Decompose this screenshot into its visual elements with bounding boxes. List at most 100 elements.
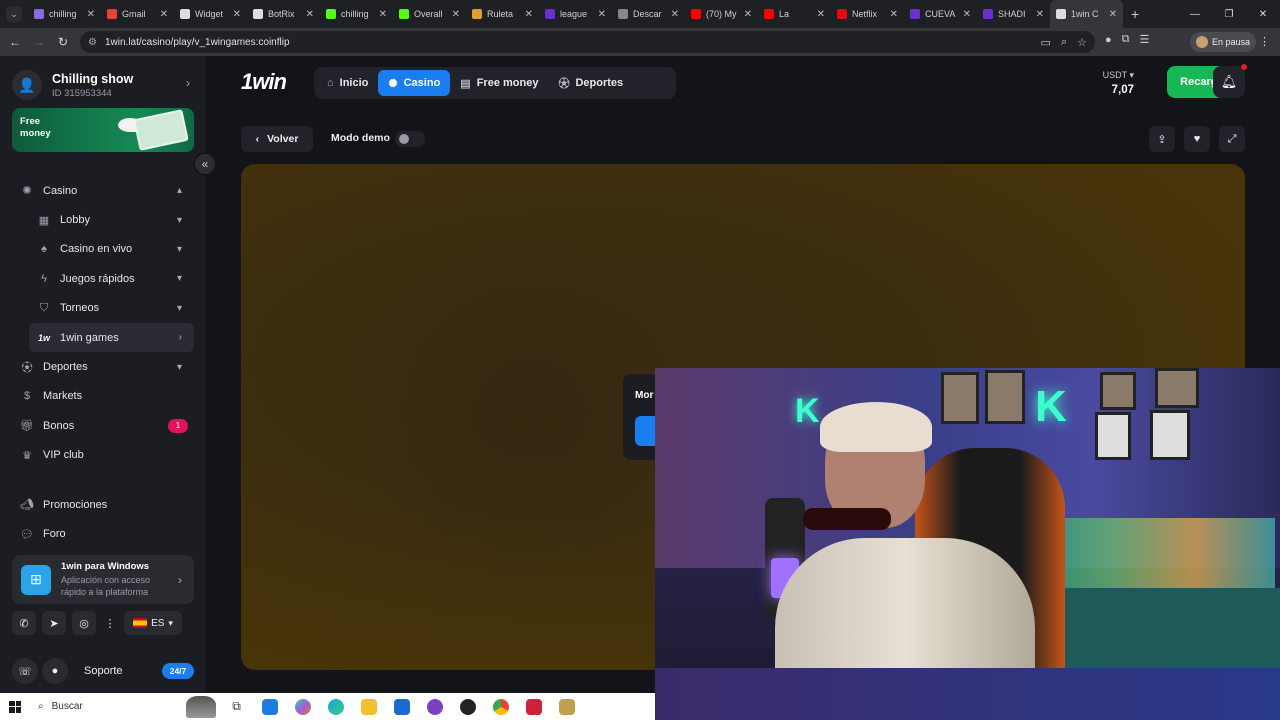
notification-dot: [1241, 64, 1247, 70]
language-select[interactable]: ES ▾: [124, 611, 182, 635]
edge-icon[interactable]: [319, 693, 352, 720]
chat-bubble-icon[interactable]: ●: [42, 658, 68, 684]
zoom-icon[interactable]: ⌕: [1061, 36, 1067, 49]
tab-close-icon[interactable]: ✕: [379, 9, 387, 20]
sidebar-item-bonos[interactable]: 🎁︎ Bonos 1: [12, 411, 194, 440]
favorite-heart-icon[interactable]: ♥: [1184, 126, 1210, 152]
profile-button[interactable]: En pausa: [1190, 32, 1257, 52]
back-to-casino-button[interactable]: ‹ Volver: [241, 126, 313, 152]
browser-tab[interactable]: 1win C ✕: [1050, 0, 1123, 28]
sidebar-item-vip-club[interactable]: ♛ VIP club: [12, 441, 194, 470]
sidebar-item-casino-en-vivo[interactable]: ♠ Casino en vivo ▾: [12, 235, 194, 264]
app-icon[interactable]: [451, 693, 484, 720]
league-icon[interactable]: [550, 693, 583, 720]
sidebar-item-torneos[interactable]: ⛉ Torneos ▾: [12, 294, 194, 323]
tab-close-icon[interactable]: ✕: [306, 9, 314, 20]
reload-button[interactable]: ↻: [51, 35, 75, 49]
extensions-puzzle-icon[interactable]: ⧉: [1122, 33, 1130, 46]
browser-tab[interactable]: BotRix ✕: [247, 0, 320, 28]
telegram-icon[interactable]: ➤: [42, 611, 66, 635]
browser-menu-icon[interactable]: ⋮: [1259, 35, 1270, 48]
browser-tab[interactable]: Gmail ✕: [101, 0, 174, 28]
sidebar-item-juegos-r-pidos[interactable]: ϟ Juegos rápidos ▾: [12, 264, 194, 293]
share-icon[interactable]: ⇪: [1149, 126, 1175, 152]
new-tab-button[interactable]: +: [1131, 6, 1139, 22]
nav-inicio[interactable]: ⌂ Inicio: [317, 70, 378, 96]
currency-selector[interactable]: USDT ▾: [1103, 70, 1134, 81]
tab-close-icon[interactable]: ✕: [87, 9, 95, 20]
start-button[interactable]: [0, 693, 30, 720]
forward-button[interactable]: →: [27, 35, 51, 49]
outlook-icon[interactable]: [385, 693, 418, 720]
notifications-button[interactable]: 🔔︎: [1213, 66, 1245, 98]
browser-tab[interactable]: chilling ✕: [28, 0, 101, 28]
chrome-icon[interactable]: [484, 693, 517, 720]
profile-card[interactable]: 👤 Chilling show ID 315953344 ›: [12, 68, 194, 102]
nav-free-money[interactable]: ▤ Free money: [450, 70, 548, 96]
browser-tab[interactable]: chilling ✕: [320, 0, 393, 28]
tab-close-icon[interactable]: ✕: [817, 9, 825, 20]
sidebar-item-promociones[interactable]: 📣︎ Promociones: [12, 490, 194, 519]
windows-app-card[interactable]: ⊞ 1win para Windows Aplicación con acces…: [12, 555, 194, 604]
nav-deportes[interactable]: ⚽︎ Deportes: [548, 70, 633, 96]
tab-close-icon[interactable]: ✕: [160, 9, 168, 20]
tab-close-icon[interactable]: ✕: [452, 9, 460, 20]
tab-search-menu-button[interactable]: ⌄: [6, 6, 22, 22]
whatsapp-icon[interactable]: ✆: [12, 611, 36, 635]
back-button[interactable]: ←: [3, 35, 27, 49]
instagram-icon[interactable]: ◎: [72, 611, 96, 635]
maximize-button[interactable]: ❐: [1212, 9, 1246, 20]
cast-icon[interactable]: ▭: [1041, 36, 1051, 49]
collapse-sidebar-button[interactable]: «: [193, 152, 217, 176]
tab-close-icon[interactable]: ✕: [525, 9, 533, 20]
file-explorer-icon[interactable]: [352, 693, 385, 720]
balance-display[interactable]: USDT ▾ 7,07: [1103, 70, 1134, 96]
more-icon[interactable]: ⋮: [102, 611, 118, 635]
browser-tab[interactable]: league ✕: [539, 0, 612, 28]
extension-icon[interactable]: ●: [1105, 34, 1112, 46]
sidebar-item-markets[interactable]: $ Markets: [12, 382, 194, 411]
tab-close-icon[interactable]: ✕: [744, 9, 752, 20]
browser-tab[interactable]: Ruleta ✕: [466, 0, 539, 28]
browser-tab[interactable]: CUEVA ✕: [904, 0, 977, 28]
url-field[interactable]: ⚙ 1win.lat/casino/play/v_1wingames:coinf…: [80, 31, 1095, 53]
reading-list-icon[interactable]: ☰: [1140, 33, 1150, 46]
nav-casino[interactable]: ✺ Casino: [378, 70, 451, 96]
tab-close-icon[interactable]: ✕: [890, 9, 898, 20]
fullscreen-icon[interactable]: ⤢: [1219, 126, 1245, 152]
taskbar-search[interactable]: ⌕ Buscar: [30, 693, 220, 720]
browser-tab[interactable]: Descar ✕: [612, 0, 685, 28]
sidebar-item-deportes[interactable]: ⚽︎ Deportes ▾: [12, 352, 194, 381]
minimize-button[interactable]: —: [1178, 9, 1212, 20]
task-view-icon[interactable]: ⧉: [220, 693, 253, 720]
browser-tab[interactable]: Widget ✕: [174, 0, 247, 28]
browser-tab[interactable]: Netflix ✕: [831, 0, 904, 28]
copilot-icon[interactable]: [286, 693, 319, 720]
site-logo[interactable]: 1win: [241, 69, 287, 95]
bookmark-star-icon[interactable]: ☆: [1077, 36, 1087, 49]
sidebar-item-1win-games[interactable]: 1w 1win games ›: [29, 322, 194, 353]
browser-tab[interactable]: (70) My ✕: [685, 0, 758, 28]
1w-logo-icon: 1w: [37, 332, 50, 343]
store-icon[interactable]: [253, 693, 286, 720]
tab-close-icon[interactable]: ✕: [963, 9, 971, 20]
sidebar-item-lobby[interactable]: ▦ Lobby ▾: [12, 205, 194, 234]
app-icon[interactable]: [517, 693, 550, 720]
browser-tab[interactable]: La ✕: [758, 0, 831, 28]
tab-close-icon[interactable]: ✕: [598, 9, 606, 20]
close-window-button[interactable]: ✕: [1246, 9, 1280, 20]
sidebar-item-foro[interactable]: 💬︎ Foro: [12, 519, 194, 548]
obs-like-icon[interactable]: [418, 693, 451, 720]
tab-close-icon[interactable]: ✕: [1036, 9, 1044, 20]
browser-tab[interactable]: SHADI ✕: [977, 0, 1050, 28]
tab-close-icon[interactable]: ✕: [233, 9, 241, 20]
support-row[interactable]: ☏ ● Soporte 24/7: [12, 658, 194, 684]
tab-close-icon[interactable]: ✕: [1109, 9, 1117, 20]
sidebar-item-casino[interactable]: ✺ Casino ▴: [12, 176, 194, 205]
browser-tab[interactable]: Overall ✕: [393, 0, 466, 28]
demo-mode-toggle[interactable]: [395, 131, 425, 147]
site-info-icon[interactable]: ⚙: [88, 37, 97, 48]
free-money-banner[interactable]: Free money: [12, 108, 194, 152]
phone-icon[interactable]: ☏: [12, 658, 38, 684]
tab-close-icon[interactable]: ✕: [671, 9, 679, 20]
